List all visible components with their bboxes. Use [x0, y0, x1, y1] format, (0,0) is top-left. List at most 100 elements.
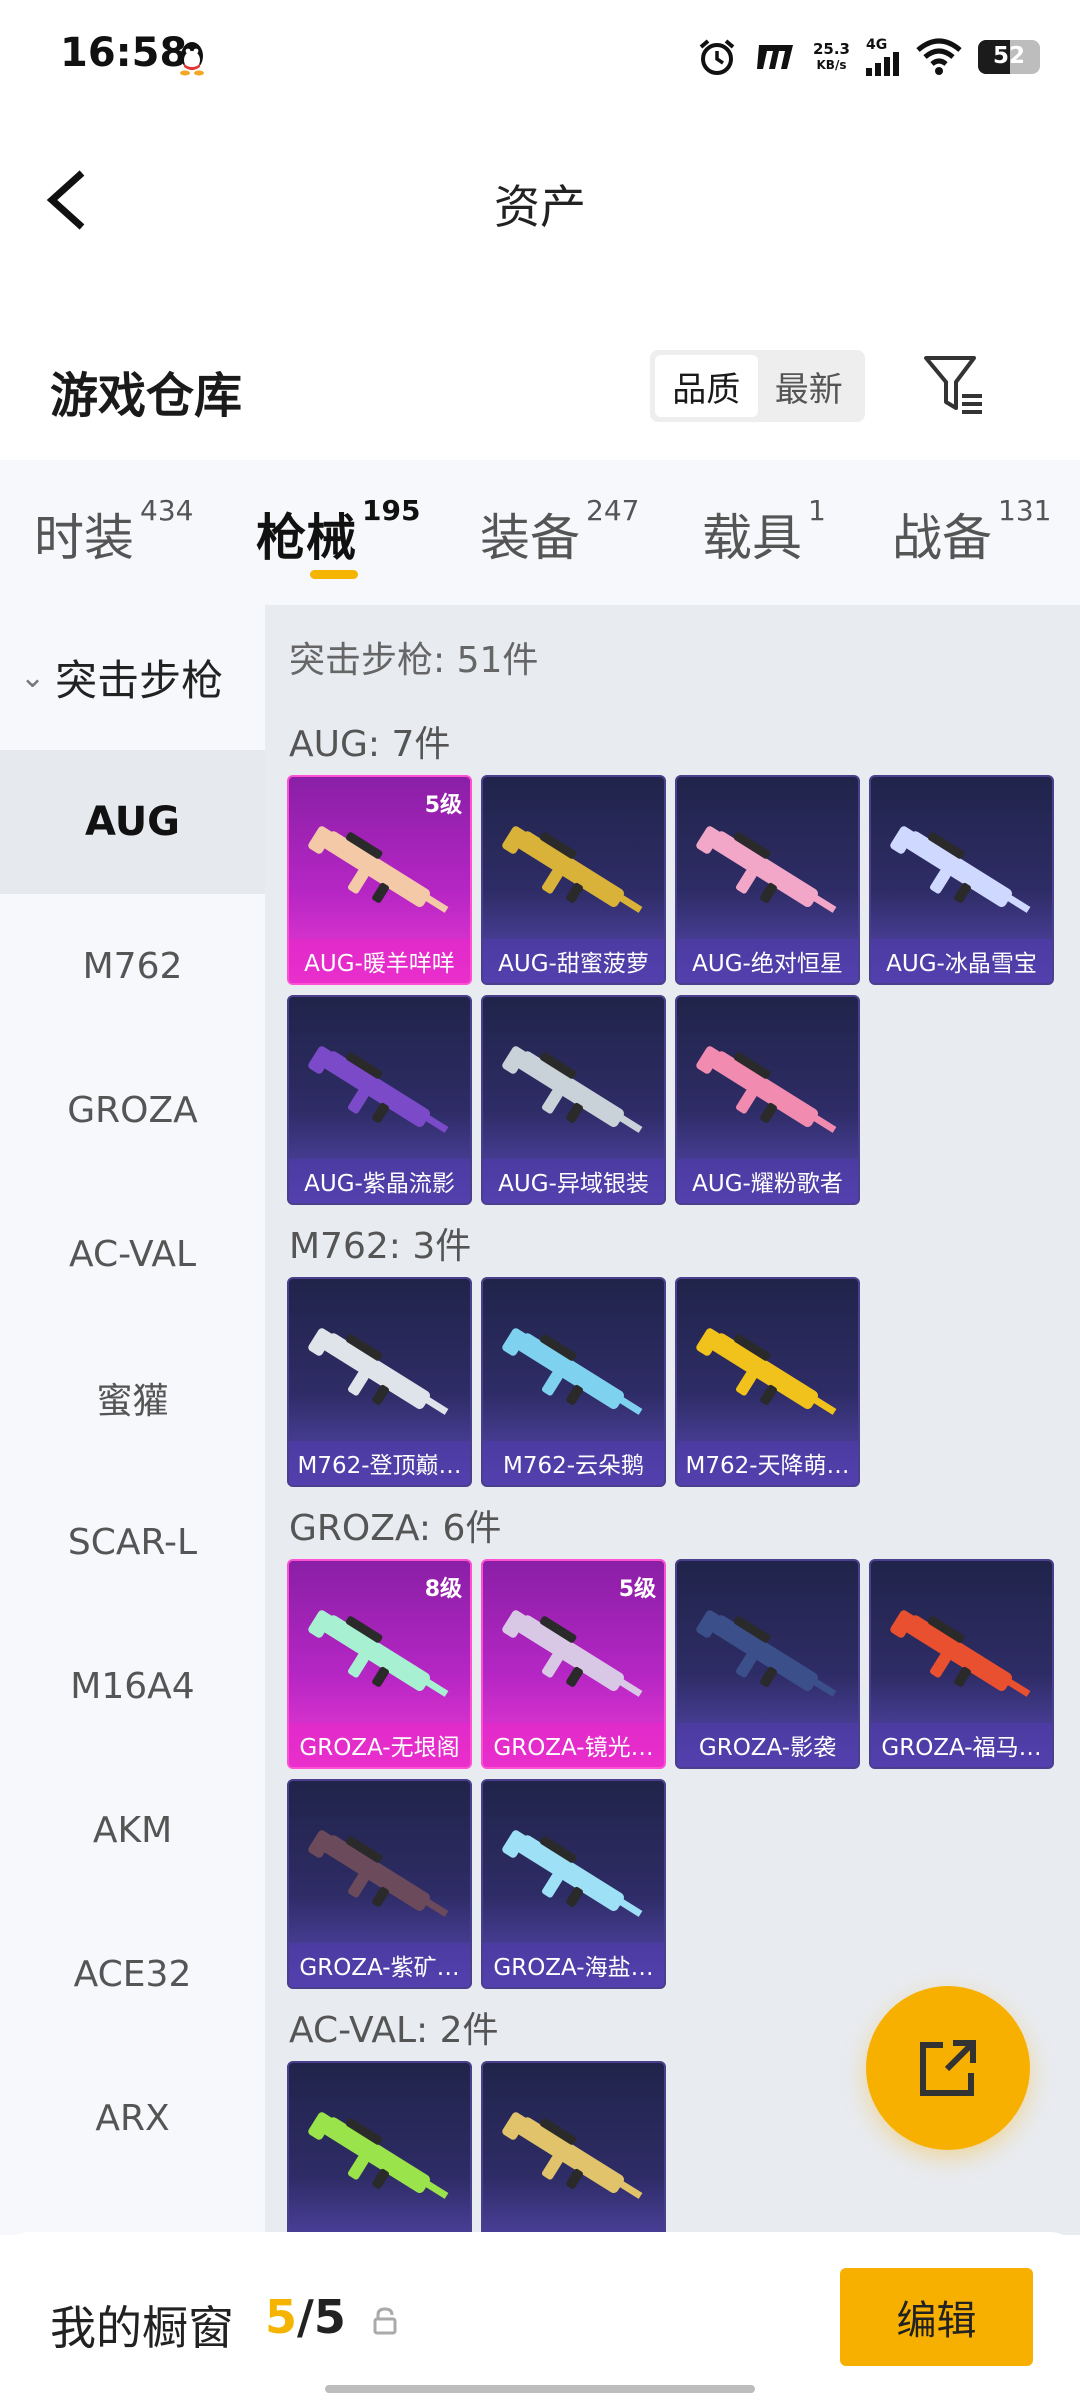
- home-indicator: [325, 2385, 755, 2393]
- weapon-skin-name: AUG-冰晶雪宝: [871, 939, 1052, 983]
- weapon-skin-image: [308, 1610, 449, 1697]
- weapon-skin-image: [502, 1610, 643, 1697]
- weapon-skin-name: AUG-紫晶流影: [289, 1159, 470, 1203]
- level-badge: 5级: [618, 1577, 656, 1602]
- weapon-skin-image: [308, 826, 449, 913]
- weapon-skin-card[interactable]: AUG-耀粉歌者: [675, 995, 860, 1205]
- sidebar-item-ac-val[interactable]: AC-VAL: [0, 1182, 265, 1326]
- section-title: AC-VAL: 2件: [289, 2010, 499, 2051]
- weapon-skin-card[interactable]: M762-天降萌…: [675, 1277, 860, 1487]
- battery-indicator: 52: [978, 40, 1040, 74]
- section-title: AUG: 7件: [289, 724, 451, 765]
- filter-icon[interactable]: [920, 350, 990, 420]
- showcase-label: 我的橱窗: [50, 2301, 234, 2355]
- weapon-skin-card[interactable]: AUG-紫晶流影: [287, 995, 472, 1205]
- weapon-skin-card[interactable]: GROZA-影袭: [675, 1559, 860, 1769]
- inventory-title: 游戏仓库: [50, 368, 243, 424]
- section-title: GROZA: 6件: [289, 1508, 502, 1549]
- weapon-skin-card[interactable]: GROZA-紫矿…: [287, 1779, 472, 1989]
- weapon-type-sidebar: ⌄ 突击步枪 AUG M762 GROZA AC-VAL 蜜獾 SCAR-L M16A4 AK…: [0, 605, 265, 2235]
- weapon-skin-name: M762-云朵鹅: [483, 1441, 664, 1485]
- weapon-skin-name: GROZA-福马…: [871, 1723, 1052, 1767]
- weapon-skin-card[interactable]: [481, 2061, 666, 2235]
- weapon-skin-image: [502, 826, 643, 913]
- weapon-skin-image: [890, 826, 1031, 913]
- weapon-skin-image: [502, 1830, 643, 1917]
- weapon-skin-name: AUG-绝对恒星: [677, 939, 858, 983]
- sidebar-item-groza[interactable]: GROZA: [0, 1038, 265, 1182]
- sidebar-item-m762[interactable]: M762: [0, 894, 265, 1038]
- sidebar-item-蜜獾[interactable]: 蜜獾: [0, 1326, 265, 1470]
- edit-button[interactable]: 编辑: [840, 2268, 1033, 2366]
- weapon-skin-card[interactable]: GROZA-海盐…: [481, 1779, 666, 1989]
- weapon-skin-name: GROZA-镜光…: [483, 1723, 664, 1767]
- sidebar-item-m16a4[interactable]: M16A4: [0, 1614, 265, 1758]
- weapon-skin-card[interactable]: GROZA-福马…: [869, 1559, 1054, 1769]
- weapon-skin-name: AUG-异域银装: [483, 1159, 664, 1203]
- weapon-skin-card[interactable]: 8级 GROZA-无垠阁: [287, 1559, 472, 1769]
- weapon-skin-name: GROZA-海盐…: [483, 1943, 664, 1987]
- sort-quality-option[interactable]: 品质: [655, 355, 758, 417]
- weapon-skin-card[interactable]: AUG-异域银装: [481, 995, 666, 1205]
- lock-icon: [373, 2307, 397, 2335]
- level-badge: 8级: [424, 1577, 462, 1602]
- weapon-skin-card[interactable]: AUG-冰晶雪宝: [869, 775, 1054, 985]
- sort-newest-option[interactable]: 最新: [758, 355, 861, 417]
- tab-weapons[interactable]: 枪械 195: [256, 494, 420, 570]
- active-tab-indicator: [310, 570, 358, 579]
- weapon-skin-image: [502, 2112, 643, 2199]
- weapon-skin-card[interactable]: [287, 2061, 472, 2235]
- showcase-bar: 我的橱窗 5/5 编辑: [0, 2232, 1080, 2400]
- weapon-skin-image: [308, 1046, 449, 1133]
- tab-fashion[interactable]: 时装 434: [34, 494, 193, 570]
- weapon-skin-card[interactable]: AUG-甜蜜菠萝: [481, 775, 666, 985]
- network-speed: 25.3 KB/s: [812, 40, 850, 72]
- weapon-skin-image: [502, 1328, 643, 1415]
- page-title: 资产: [494, 180, 586, 234]
- top-nav: 资产: [0, 115, 1080, 285]
- weapon-skin-image: [308, 2112, 449, 2199]
- sidebar-item-scar-l[interactable]: SCAR-L: [0, 1470, 265, 1614]
- tab-gear[interactable]: 战备 131: [892, 494, 1051, 570]
- weapon-skin-name: AUG-耀粉歌者: [677, 1159, 858, 1203]
- category-total: 突击步枪: 51件: [289, 640, 539, 681]
- sidebar-item-ace32[interactable]: ACE32: [0, 1902, 265, 2046]
- tab-vehicles[interactable]: 载具 1: [702, 494, 826, 570]
- app-notification-icon: [756, 45, 793, 69]
- inventory-header: 游戏仓库 品质 最新: [0, 330, 1080, 440]
- chevron-down-icon: ⌄: [20, 660, 46, 695]
- weapon-skin-name: GROZA-影袭: [677, 1723, 858, 1767]
- weapon-skin-name: M762-登顶巅…: [289, 1441, 470, 1485]
- share-button[interactable]: [866, 1986, 1030, 2150]
- weapon-skin-image: [696, 1328, 837, 1415]
- weapon-skin-name: AUG-暖羊咩咩: [289, 939, 470, 983]
- weapon-skin-card[interactable]: 5级 GROZA-镜光…: [481, 1559, 666, 1769]
- weapon-skin-image: [696, 1046, 837, 1133]
- weapon-skin-name: M762-天降萌…: [677, 1441, 858, 1485]
- sidebar-item-akm[interactable]: AKM: [0, 1758, 265, 1902]
- weapon-skin-card[interactable]: AUG-绝对恒星: [675, 775, 860, 985]
- weapon-skin-name: AUG-甜蜜菠萝: [483, 939, 664, 983]
- weapon-skin-image: [502, 1046, 643, 1133]
- sort-toggle: 品质 最新: [650, 350, 865, 422]
- qq-icon: [180, 42, 204, 76]
- weapon-skin-image: [890, 1610, 1031, 1697]
- weapon-skin-image: [696, 826, 837, 913]
- weapon-skin-card[interactable]: 5级 AUG-暖羊咩咩: [287, 775, 472, 985]
- weapon-skin-name: GROZA-无垠阁: [289, 1723, 470, 1767]
- weapon-skin-card[interactable]: M762-登顶巅…: [287, 1277, 472, 1487]
- tab-equipment[interactable]: 装备 247: [480, 494, 639, 570]
- showcase-count: 5/5: [265, 2290, 346, 2344]
- sidebar-item-arx[interactable]: ARX: [0, 2046, 265, 2190]
- section-title: M762: 3件: [289, 1226, 472, 1267]
- status-bar: 16:58 25.3 KB/s 4G 52: [0, 0, 1080, 115]
- weapon-skin-card[interactable]: M762-云朵鹅: [481, 1277, 666, 1487]
- signal-icon: [866, 52, 899, 76]
- weapon-skin-image: [308, 1328, 449, 1415]
- category-dropdown[interactable]: ⌄ 突击步枪: [0, 605, 265, 750]
- weapon-skin-name: GROZA-紫矿…: [289, 1943, 470, 1987]
- level-badge: 5级: [424, 793, 462, 818]
- wifi-icon: [916, 38, 962, 75]
- weapon-skin-image: [308, 1830, 449, 1917]
- sidebar-item-aug[interactable]: AUG: [0, 750, 265, 894]
